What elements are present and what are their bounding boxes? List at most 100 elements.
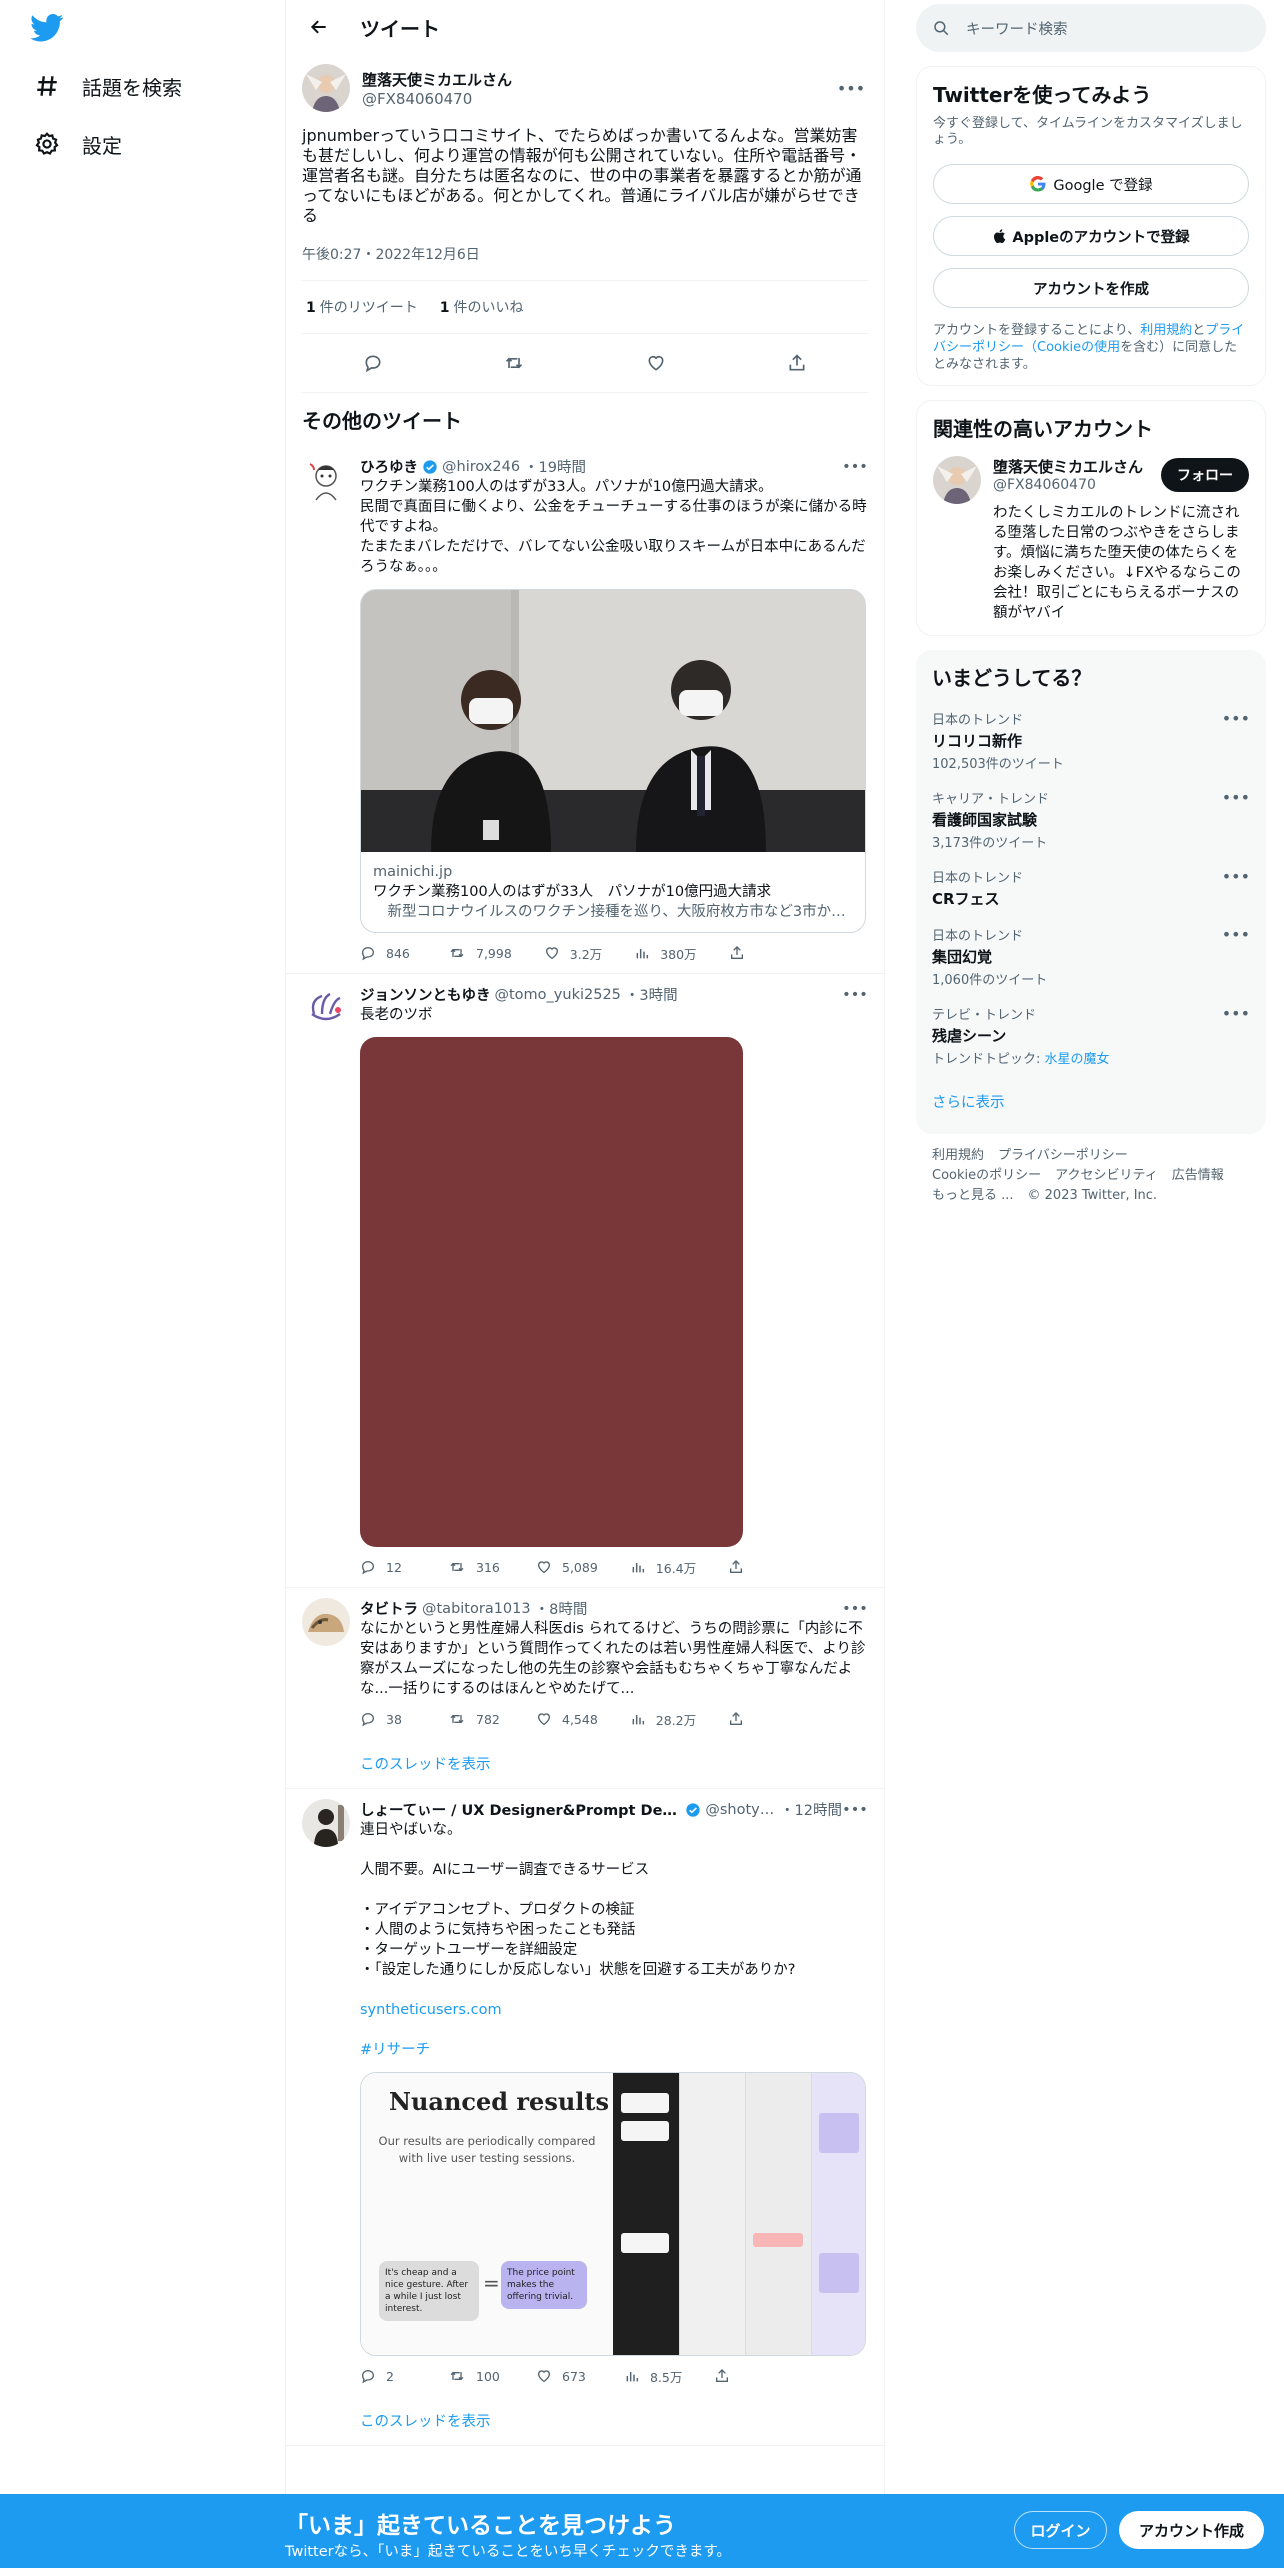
- avatar[interactable]: [302, 64, 350, 112]
- related-title: 関連性の高いアカウント: [933, 417, 1153, 441]
- trend-topic-link[interactable]: 水星の魔女: [1045, 1052, 1110, 1067]
- signup-button[interactable]: アカウント作成: [1119, 2511, 1264, 2549]
- like-button[interactable]: 673: [536, 2368, 592, 2384]
- google-signup-label: Google で登録: [1053, 177, 1153, 194]
- share-button[interactable]: [728, 1559, 784, 1575]
- retweet-button[interactable]: 316: [448, 1559, 504, 1575]
- show-thread-link[interactable]: このスレッドを表示: [286, 1739, 884, 1789]
- trend-item[interactable]: 日本のトレンド 集団幻覚 1,060件のツイート •••: [932, 915, 1250, 994]
- more-icon[interactable]: •••: [1222, 1004, 1250, 1023]
- user-name[interactable]: タビトラ: [360, 1598, 418, 1619]
- tweet-timestamp[interactable]: 午後0:27・2022年12月6日: [302, 244, 868, 281]
- footer-cookie-link[interactable]: Cookieのポリシー: [932, 1168, 1041, 1183]
- avatar[interactable]: [302, 456, 350, 504]
- share-button[interactable]: [728, 1711, 784, 1727]
- feed-tweet[interactable]: しょーてぃー / UX Designer&Prompt Desig... @sh…: [286, 1789, 884, 2396]
- tweet-time[interactable]: ・8時間: [535, 1598, 588, 1619]
- retweet-icon[interactable]: [497, 346, 531, 380]
- more-icon[interactable]: •••: [834, 71, 868, 105]
- user-name[interactable]: 堕落天使ミカエルさん: [362, 69, 512, 90]
- footer-terms-link[interactable]: 利用規約: [932, 1148, 984, 1163]
- search-input[interactable]: キーワード検索: [916, 4, 1266, 52]
- follow-button[interactable]: フォロー: [1161, 457, 1249, 492]
- retweet-stat[interactable]: 1 件のリツイート: [306, 297, 418, 317]
- avatar[interactable]: [933, 456, 981, 504]
- related-handle[interactable]: @FX84060470: [993, 477, 1143, 493]
- trend-item[interactable]: キャリア・トレンド 看護師国家試験 3,173件のツイート •••: [932, 778, 1250, 857]
- card-image: [361, 590, 865, 852]
- nav-explore[interactable]: 話題を検索: [18, 58, 196, 114]
- share-button[interactable]: [714, 2368, 770, 2384]
- link-card[interactable]: mainichi.jp ワクチン業務100人のはずが33人 パソナが10億円過大…: [360, 589, 866, 933]
- user-name[interactable]: しょーてぃー / UX Designer&Prompt Desig...: [360, 1799, 681, 1820]
- tweet-time[interactable]: ・19時間: [524, 456, 586, 477]
- hashtag-link[interactable]: #リサーチ: [360, 2040, 868, 2060]
- share-icon[interactable]: [780, 346, 814, 380]
- views-button[interactable]: 380万: [634, 944, 697, 963]
- more-icon[interactable]: •••: [842, 457, 868, 477]
- feed-tweet[interactable]: ひろゆき @hirox246 ・19時間 ••• ワクチン業務100人のはずが3…: [286, 446, 884, 974]
- reply-button[interactable]: 38: [360, 1711, 416, 1727]
- twitter-logo-icon[interactable]: [30, 14, 66, 44]
- footer-accessibility-link[interactable]: アクセシビリティ: [1055, 1168, 1158, 1183]
- retweet-button[interactable]: 782: [448, 1711, 504, 1727]
- user-name[interactable]: ひろゆき: [360, 456, 418, 477]
- avatar[interactable]: [302, 1799, 350, 1847]
- retweet-button[interactable]: 7,998: [448, 945, 512, 961]
- more-icon[interactable]: •••: [842, 1599, 868, 1619]
- more-icon[interactable]: •••: [842, 985, 868, 1005]
- user-handle[interactable]: @hirox246: [442, 459, 520, 475]
- trend-item[interactable]: 日本のトレンド CRフェス •••: [932, 857, 1250, 915]
- more-icon[interactable]: •••: [1222, 788, 1250, 807]
- login-button[interactable]: ログイン: [1014, 2511, 1107, 2549]
- tweet-time[interactable]: ・12時間: [780, 1799, 842, 1820]
- google-signup-button[interactable]: Google で登録: [933, 164, 1249, 204]
- like-icon[interactable]: [639, 346, 673, 380]
- more-icon[interactable]: •••: [1222, 709, 1250, 728]
- retweet-count: 316: [476, 1559, 500, 1575]
- feed-tweet[interactable]: ジョンソンともゆき @tomo_yuki2525 ・3時間 ••• 長老のツボ …: [286, 974, 884, 1588]
- back-arrow-icon[interactable]: [302, 10, 336, 44]
- terms-link[interactable]: 利用規約: [1140, 323, 1192, 338]
- footer-more-link[interactable]: もっと見る ...: [932, 1188, 1014, 1203]
- nav-settings[interactable]: 設定: [18, 116, 136, 172]
- trend-item[interactable]: テレビ・トレンド 残虐シーン トレンドトピック: 水星の魔女 •••: [932, 994, 1250, 1073]
- reply-button[interactable]: 846: [360, 945, 416, 961]
- views-button[interactable]: 8.5万: [624, 2367, 682, 2386]
- more-icon[interactable]: •••: [842, 1800, 868, 1820]
- more-icon[interactable]: •••: [1222, 867, 1250, 886]
- apple-signup-button[interactable]: Appleのアカウントで登録: [933, 216, 1249, 256]
- user-handle[interactable]: @tabitora1013: [422, 1601, 531, 1617]
- show-more-link[interactable]: さらに表示: [932, 1073, 1250, 1122]
- show-thread-link[interactable]: このスレッドを表示: [286, 2396, 884, 2446]
- views-button[interactable]: 16.4万: [630, 1558, 696, 1577]
- reply-button[interactable]: 2: [360, 2368, 416, 2384]
- like-button[interactable]: 3.2万: [544, 944, 602, 963]
- avatar[interactable]: [302, 984, 350, 1032]
- related-accounts-box: 関連性の高いアカウント 堕落天使ミカエルさん @FX84060470 フォロー …: [916, 400, 1266, 636]
- like-stat[interactable]: 1 件のいいね: [440, 297, 524, 317]
- share-button[interactable]: [729, 945, 785, 961]
- more-icon[interactable]: •••: [1222, 925, 1250, 944]
- tweet-media[interactable]: Nuanced results Our results are periodic…: [360, 2072, 866, 2356]
- user-name[interactable]: ジョンソンともゆき: [360, 984, 491, 1005]
- views-button[interactable]: 28.2万: [630, 1710, 696, 1729]
- retweet-button[interactable]: 100: [448, 2368, 504, 2384]
- like-button[interactable]: 5,089: [536, 1559, 598, 1575]
- reply-icon[interactable]: [356, 346, 390, 380]
- trend-item[interactable]: 日本のトレンド リコリコ新作 102,503件のツイート •••: [932, 699, 1250, 778]
- avatar[interactable]: [302, 1598, 350, 1646]
- user-handle[interactable]: @FX84060470: [362, 90, 512, 108]
- tweet-time[interactable]: ・3時間: [625, 984, 678, 1005]
- footer-ads-link[interactable]: 広告情報: [1172, 1168, 1224, 1183]
- related-name[interactable]: 堕落天使ミカエルさん: [993, 456, 1143, 477]
- feed-tweet[interactable]: タビトラ @tabitora1013 ・8時間 ••• なにかというと男性産婦人…: [286, 1588, 884, 1739]
- like-button[interactable]: 4,548: [536, 1711, 598, 1727]
- tweet-media[interactable]: [360, 1037, 743, 1547]
- reply-button[interactable]: 12: [360, 1559, 416, 1575]
- create-account-button[interactable]: アカウントを作成: [933, 268, 1249, 308]
- user-handle[interactable]: @shoty_...: [705, 1802, 776, 1818]
- footer-privacy-link[interactable]: プライバシーポリシー: [998, 1148, 1128, 1163]
- user-handle[interactable]: @tomo_yuki2525: [495, 987, 621, 1003]
- tweet-link[interactable]: syntheticusers.com: [360, 2000, 868, 2020]
